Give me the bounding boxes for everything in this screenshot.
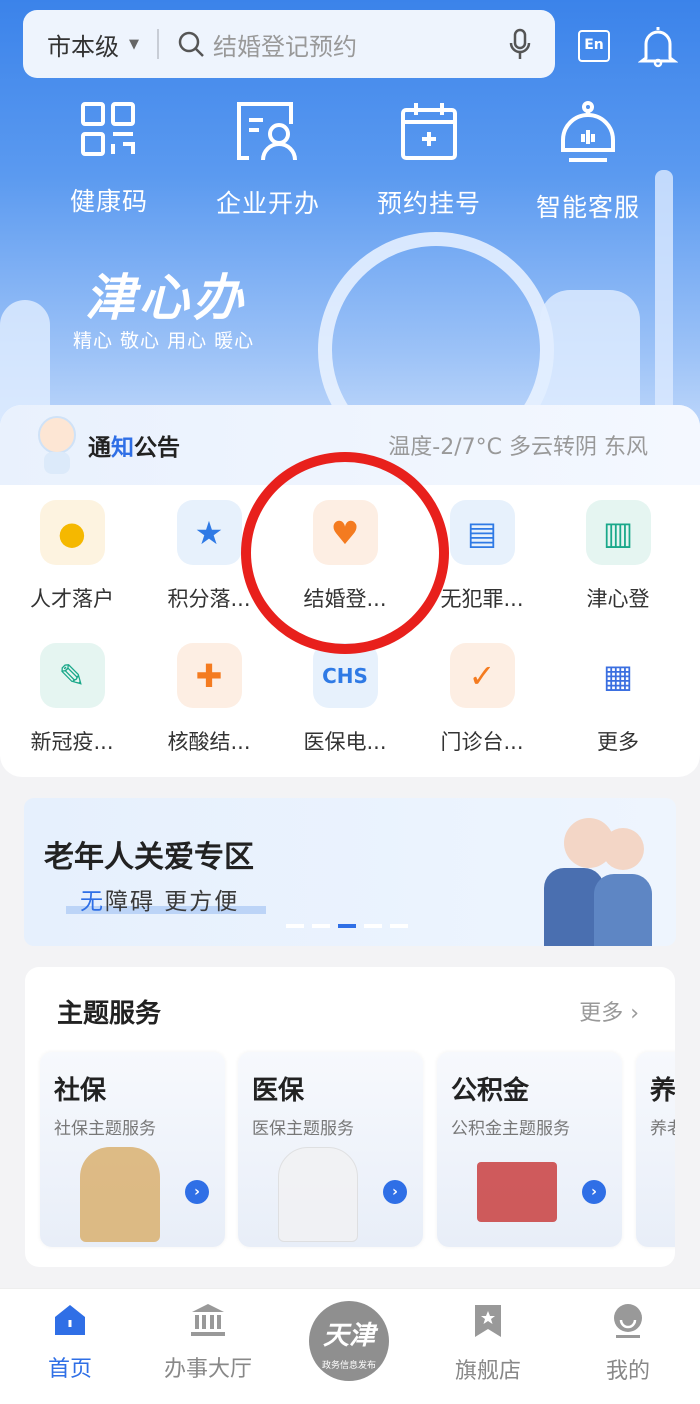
- quick-action-customer-service[interactable]: 智能客服: [518, 100, 658, 224]
- elder-subtitle: 无障碍 更方便: [80, 889, 240, 915]
- enterprise-icon: [237, 102, 297, 161]
- service-item[interactable]: ▥ 津心登: [550, 500, 686, 613]
- service-label: 积分落...: [167, 587, 251, 611]
- search-bar[interactable]: 市本级 ▼ 结婚登记预约: [23, 10, 555, 78]
- quick-action-appointment[interactable]: 预约挂号: [359, 100, 499, 220]
- header-banner: 市本级 ▼ 结婚登记预约 En 健康码 企业开办 预约挂号 智能客服 津心办 精…: [0, 0, 700, 440]
- theme-card-housing-fund[interactable]: 公积金 公积金主题服务 ›: [437, 1052, 622, 1247]
- service-label: 医保电...: [303, 730, 387, 754]
- talent-icon: ●: [39, 500, 105, 565]
- service-item[interactable]: ♥ 结婚登...: [277, 500, 413, 613]
- user-face-icon: [614, 1304, 642, 1338]
- caret-down-icon[interactable]: ▼: [129, 37, 139, 52]
- service-item[interactable]: ▦ 更多: [550, 643, 686, 756]
- service-label: 人才落户: [30, 587, 114, 611]
- weather-text: 温度-2/7°C 多云转阴 东风: [388, 435, 648, 460]
- service-card: 通知公告 温度-2/7°C 多云转阴 东风 ● 人才落户 ★ 积分落... ♥ 结婚登..…: [0, 405, 700, 777]
- arrow-right-icon[interactable]: ›: [582, 1180, 606, 1204]
- family-photo: [80, 1147, 160, 1242]
- service-label: 无犯罪...: [440, 587, 524, 611]
- house-photo: [477, 1162, 557, 1222]
- clipboard-check-icon: ✓: [449, 643, 515, 708]
- theme-card-elderly[interactable]: 养养老: [636, 1052, 675, 1247]
- brand-slogan: 精心 敬心 用心 暖心: [73, 330, 255, 352]
- service-label: 津心登: [586, 587, 650, 611]
- shield-plus-icon: ✚: [176, 643, 242, 708]
- more-link[interactable]: 更多 ›: [579, 995, 639, 1027]
- service-item[interactable]: ✓ 门诊台...: [414, 643, 550, 756]
- region-selector[interactable]: 市本级: [47, 27, 119, 62]
- chs-logo-icon: CHS: [312, 643, 378, 708]
- bell-icon[interactable]: [638, 24, 678, 68]
- elderly-woman-illustration: [602, 828, 644, 870]
- section-title: 主题服务: [57, 999, 162, 1029]
- syringe-icon: ✎: [39, 643, 105, 708]
- elderly-woman-body: [594, 874, 652, 946]
- nav-service-hall[interactable]: 办事大厅: [148, 1303, 268, 1383]
- divider: [157, 29, 159, 59]
- government-building-icon: [191, 1304, 225, 1336]
- notice-bar[interactable]: 通知公告 温度-2/7°C 多云转阴 东风: [0, 405, 700, 485]
- search-icon: [178, 31, 204, 57]
- qr-code-icon: [81, 102, 135, 156]
- quick-action-health-code[interactable]: 健康码: [39, 100, 179, 218]
- doctor-photo: [278, 1147, 358, 1242]
- dot[interactable]: [286, 924, 304, 928]
- home-icon: [55, 1305, 85, 1335]
- search-input[interactable]: 结婚登记预约: [213, 27, 357, 62]
- theme-card-social-security[interactable]: 社保 社保主题服务 ›: [40, 1052, 225, 1247]
- service-item[interactable]: CHS 医保电...: [277, 643, 413, 756]
- dot-active[interactable]: [338, 924, 356, 928]
- bottom-nav: 首页 办事大厅 天津 政务信息发布 旗舰店 我的: [0, 1288, 700, 1404]
- arrow-right-icon[interactable]: ›: [185, 1180, 209, 1204]
- tianjin-news-button[interactable]: 天津 政务信息发布: [309, 1301, 389, 1381]
- theme-card-medical-insurance[interactable]: 医保 医保主题服务 ›: [238, 1052, 423, 1247]
- dot[interactable]: [312, 924, 330, 928]
- calendar-add-icon: [401, 103, 457, 160]
- quick-action-enterprise[interactable]: 企业开办: [198, 100, 338, 220]
- couple-icon: ♥: [312, 500, 378, 565]
- grid-icon: ▦: [585, 643, 651, 708]
- brand-logo: 津心办: [85, 268, 247, 327]
- notice-title: 通知公告: [88, 435, 180, 461]
- robot-icon: [561, 101, 615, 162]
- carousel-dots[interactable]: [286, 924, 408, 928]
- document-icon: ▤: [449, 500, 515, 565]
- star-icon: ★: [176, 500, 242, 565]
- nav-flagship-store[interactable]: 旗舰店: [428, 1303, 548, 1385]
- microphone-icon[interactable]: [509, 28, 531, 62]
- nav-home[interactable]: 首页: [10, 1303, 130, 1383]
- service-item[interactable]: ▤ 无犯罪...: [414, 500, 550, 613]
- service-label: 门诊台...: [440, 730, 524, 754]
- theme-services-section: 主题服务 更多 › 社保 社保主题服务 › 医保 医保主题服务 › 公积金 公积金主题服务…: [25, 967, 675, 1267]
- dot[interactable]: [390, 924, 408, 928]
- building-icon: ▥: [585, 500, 651, 565]
- service-item[interactable]: ✚ 核酸结...: [141, 643, 277, 756]
- service-label: 核酸结...: [167, 730, 251, 754]
- nav-profile[interactable]: 我的: [568, 1303, 688, 1385]
- elder-care-banner[interactable]: 老年人关爱专区 无障碍 更方便: [24, 798, 676, 946]
- service-label: 结婚登...: [303, 587, 387, 611]
- bookmark-star-icon: [475, 1305, 501, 1337]
- service-item[interactable]: ✎ 新冠疫...: [4, 643, 140, 756]
- language-button[interactable]: En: [578, 30, 610, 62]
- service-label: 新冠疫...: [30, 730, 114, 754]
- dot[interactable]: [364, 924, 382, 928]
- service-item[interactable]: ● 人才落户: [4, 500, 140, 613]
- elder-title: 老年人关爱专区: [44, 840, 254, 875]
- mascot-icon: [34, 414, 80, 476]
- service-label: 更多: [597, 730, 639, 754]
- arrow-right-icon[interactable]: ›: [383, 1180, 407, 1204]
- service-item[interactable]: ★ 积分落...: [141, 500, 277, 613]
